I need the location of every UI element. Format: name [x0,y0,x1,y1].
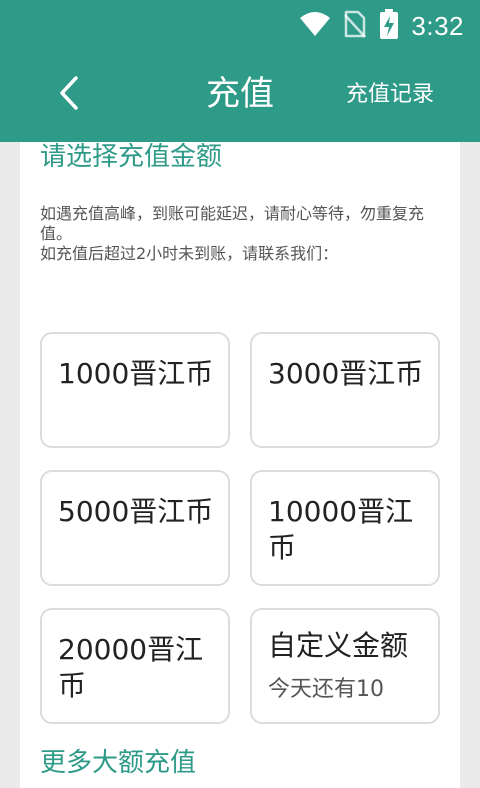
custom-amount-label: 自定义金额 [268,629,409,662]
notice-line: 如遇充值高峰，到账可能延迟，请耐心等待，勿重复充值。 [40,204,425,243]
amount-option-20000[interactable]: 20000晋江币 [40,608,230,724]
amount-option-5000[interactable]: 5000晋江币 [40,470,230,586]
amount-option-3000[interactable]: 3000晋江币 [250,332,440,448]
notice-text: 如遇充值高峰，到账可能延迟，请耐心等待，勿重复充值。 如充值后超过2小时未到账，… [40,204,454,264]
nav-bar: 充值 充值记录 [0,58,480,132]
recharge-record-link[interactable]: 充值记录 [346,80,434,110]
amount-option-label: 1000晋江币 [58,357,214,390]
status-bar: 3:32 [0,0,480,48]
custom-amount-remaining: 今天还有10 [268,677,384,702]
section-title: 请选择充值金额 [40,142,223,172]
amount-option-label: 3000晋江币 [268,357,424,390]
amount-option-10000[interactable]: 10000晋江币 [250,470,440,586]
amount-option-label: 20000晋江币 [58,633,204,702]
recharge-card: 请选择充值金额 如遇充值高峰，到账可能延迟，请耐心等待，勿重复充值。 如充值后超… [20,142,460,788]
wifi-icon [299,11,331,41]
notice-line: 如充值后超过2小时未到账，请联系我们： [40,244,339,263]
status-icons: 3:32 [299,8,464,44]
amount-option-label: 5000晋江币 [58,495,214,528]
status-time: 3:32 [411,11,464,41]
amount-option-custom[interactable]: 自定义金额 今天还有10 [250,608,440,724]
battery-charging-icon [379,8,399,44]
amount-option-1000[interactable]: 1000晋江币 [40,332,230,448]
more-large-recharge-link[interactable]: 更多大额充值 [40,746,196,780]
no-sim-icon [343,9,367,43]
app-header: 3:32 充值 充值记录 [0,0,480,142]
amount-option-label: 10000晋江币 [268,495,414,564]
